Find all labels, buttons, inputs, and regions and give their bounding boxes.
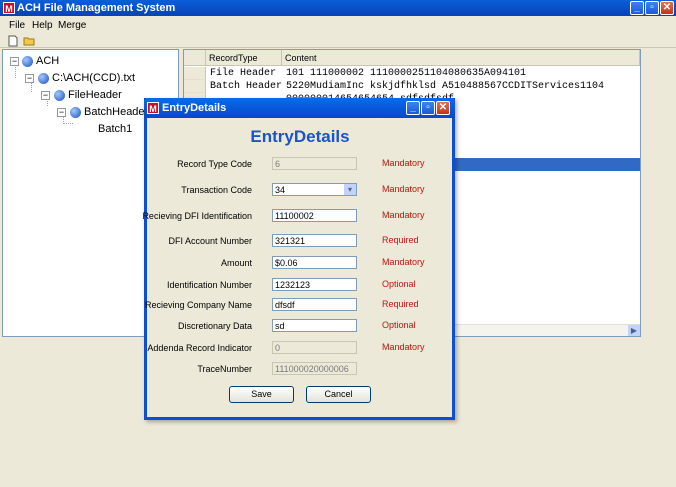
column-header-content[interactable]: Content bbox=[282, 50, 640, 66]
field-input[interactable]: $0.06 bbox=[272, 256, 357, 269]
field-status: Optional bbox=[382, 320, 416, 330]
row-header[interactable] bbox=[184, 80, 206, 93]
transaction-code-dropdown[interactable]: 34 ▾ bbox=[272, 183, 357, 196]
menu-bar: File Help Merge bbox=[0, 16, 676, 34]
tree-node-label: C:\ACH(CCD).txt bbox=[52, 72, 136, 84]
collapse-icon[interactable]: − bbox=[41, 91, 50, 100]
field-value: sd bbox=[275, 321, 285, 331]
dialog-close-button[interactable]: ✕ bbox=[436, 101, 450, 115]
field-input: 111000020000006 bbox=[272, 362, 357, 375]
close-button[interactable]: ✕ bbox=[660, 1, 674, 15]
tree-node-ach[interactable]: − ACH bbox=[3, 54, 173, 68]
field-value: 111000020000006 bbox=[275, 364, 349, 374]
globe-icon bbox=[22, 56, 33, 67]
dialog-maximize-button[interactable]: ▫ bbox=[421, 101, 435, 115]
globe-icon bbox=[70, 107, 81, 118]
dialog-heading: EntryDetails bbox=[250, 127, 350, 146]
table-row[interactable]: Batch Header 5220MudiamInc kskjdfhklsd A5… bbox=[184, 80, 640, 93]
field-value: 11100002 bbox=[275, 211, 314, 221]
field-value: 0 bbox=[275, 343, 281, 353]
app-logo-icon: M bbox=[3, 2, 15, 14]
toolbar bbox=[0, 34, 676, 48]
menu-help[interactable]: Help bbox=[32, 20, 53, 31]
field-status: Mandatory bbox=[382, 210, 425, 220]
cell-content[interactable]: 5220MudiamInc kskjdfhklsd A510488567CCDI… bbox=[286, 80, 640, 93]
cell-recordtype[interactable]: File Header bbox=[210, 67, 284, 80]
field-value: 34 bbox=[275, 185, 286, 195]
field-status: Mandatory bbox=[382, 184, 425, 194]
minimize-button[interactable]: _ bbox=[630, 1, 644, 15]
field-input[interactable]: sd bbox=[272, 319, 357, 332]
tree-node-label: ACH bbox=[36, 55, 60, 67]
field-label: DFI Account Number bbox=[168, 236, 252, 246]
field-input[interactable]: 11100002 bbox=[272, 209, 357, 222]
field-input[interactable]: dfsdf bbox=[272, 298, 357, 311]
new-file-icon[interactable] bbox=[7, 35, 19, 47]
scroll-right-icon[interactable]: ▶ bbox=[628, 325, 640, 336]
field-status: Optional bbox=[382, 279, 416, 289]
grid-corner bbox=[184, 50, 206, 66]
field-label: Identification Number bbox=[166, 280, 252, 290]
menu-merge[interactable]: Merge bbox=[58, 20, 86, 31]
field-label: Addenda Record Indicator bbox=[147, 343, 252, 353]
field-status: Mandatory bbox=[382, 158, 425, 168]
dialog-title-bar: M EntryDetails _ ▫ ✕ bbox=[144, 98, 455, 118]
field-input[interactable]: 1232123 bbox=[272, 278, 357, 291]
field-status: Mandatory bbox=[382, 257, 425, 267]
field-status: Required bbox=[382, 299, 419, 309]
tree-node-label: FileHeader bbox=[68, 89, 122, 101]
collapse-icon[interactable]: − bbox=[57, 108, 66, 117]
field-value: 321321 bbox=[275, 236, 306, 246]
field-label: Transaction Code bbox=[181, 185, 252, 195]
field-label: TraceNumber bbox=[197, 364, 252, 374]
field-value: dfsdf bbox=[275, 300, 295, 310]
tree-node-file[interactable]: − C:\ACH(CCD).txt bbox=[3, 71, 173, 85]
globe-icon bbox=[54, 90, 65, 101]
field-status: Required bbox=[382, 235, 419, 245]
cell-recordtype[interactable]: Batch Header bbox=[210, 80, 284, 93]
table-row[interactable]: File Header 101 111000002 111000025110408… bbox=[184, 67, 640, 80]
field-label: Amount bbox=[220, 258, 252, 268]
open-folder-icon[interactable] bbox=[23, 35, 35, 47]
field-input[interactable]: 321321 bbox=[272, 234, 357, 247]
collapse-icon[interactable]: − bbox=[10, 57, 19, 66]
dialog-title: EntryDetails bbox=[162, 102, 227, 114]
field-status: Mandatory bbox=[382, 342, 425, 352]
app-logo-icon: M bbox=[147, 102, 159, 114]
chevron-down-icon[interactable]: ▾ bbox=[344, 184, 356, 195]
save-button[interactable]: Save bbox=[229, 386, 294, 403]
cancel-button[interactable]: Cancel bbox=[306, 386, 371, 403]
tree-node-label: Batch1 bbox=[98, 123, 133, 135]
field-label: Record Type Code bbox=[177, 159, 252, 169]
maximize-button[interactable]: ▫ bbox=[645, 1, 659, 15]
main-title-bar: M ACH File Management System _ ▫ ✕ bbox=[0, 0, 676, 16]
dialog-minimize-button[interactable]: _ bbox=[406, 101, 420, 115]
row-header[interactable] bbox=[184, 67, 206, 80]
cell-content[interactable]: 101 111000002 1110000251104080635A094101 bbox=[286, 67, 640, 80]
window-title: ACH File Management System bbox=[17, 2, 176, 14]
field-input: 0 bbox=[272, 341, 357, 354]
field-value: $0.06 bbox=[275, 258, 298, 268]
globe-icon bbox=[38, 73, 49, 84]
field-label: Recieving DFI Identification bbox=[142, 211, 252, 221]
menu-file[interactable]: File bbox=[9, 20, 25, 31]
field-value: 6 bbox=[275, 159, 281, 169]
field-input: 6 bbox=[272, 157, 357, 170]
collapse-icon[interactable]: − bbox=[25, 74, 34, 83]
column-header-recordtype[interactable]: RecordType bbox=[206, 50, 282, 66]
field-value: 1232123 bbox=[275, 280, 311, 290]
field-label: Discretionary Data bbox=[177, 321, 252, 331]
tree-node-label: BatchHeader bbox=[84, 106, 149, 118]
field-label: Recieving Company Name bbox=[144, 300, 252, 310]
